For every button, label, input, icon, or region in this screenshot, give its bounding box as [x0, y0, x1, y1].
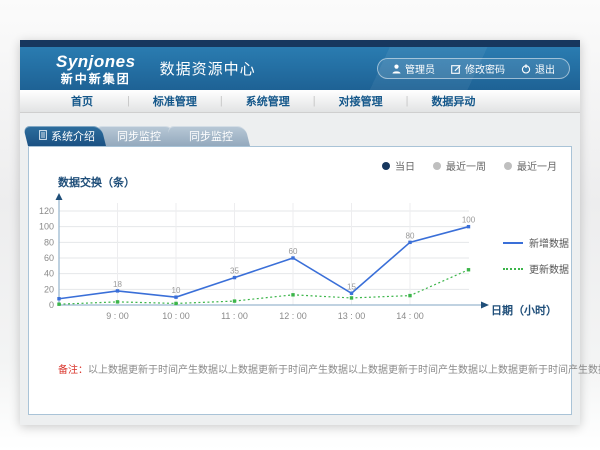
- footnote: 备注：以上数据更新于时间产生数据以上数据更新于时间产生数据以上数据更新于时间产生…: [58, 361, 600, 376]
- legend-label: 更新数据: [529, 261, 569, 276]
- svg-text:80: 80: [406, 231, 415, 240]
- nav-item-standards[interactable]: 标准管理: [143, 93, 207, 109]
- footnote-prefix: 备注：: [58, 365, 88, 376]
- radio-today[interactable]: 当日: [382, 158, 415, 173]
- svg-text:0: 0: [49, 300, 54, 310]
- content-area: 系统介绍 同步监控 同步监控 当日 最近一周: [20, 113, 580, 425]
- logout-label: 退出: [535, 61, 555, 76]
- logo-company-name: 新中新集团: [56, 73, 136, 85]
- svg-text:100: 100: [462, 216, 476, 225]
- svg-text:12 : 00: 12 : 00: [279, 311, 307, 321]
- svg-text:35: 35: [230, 267, 239, 276]
- svg-text:40: 40: [44, 269, 54, 279]
- svg-text:60: 60: [289, 247, 298, 256]
- edit-icon: [451, 64, 461, 74]
- radio-dot-1[interactable]: [433, 162, 441, 170]
- svg-text:120: 120: [39, 206, 54, 216]
- svg-text:80: 80: [44, 237, 54, 247]
- svg-text:20: 20: [44, 284, 54, 294]
- nav-item-home[interactable]: 首页: [50, 93, 114, 109]
- nav-separator: |: [220, 95, 223, 107]
- document-icon: [39, 130, 47, 143]
- chart-legend: 新增数据 更新数据: [503, 235, 569, 276]
- radio-label: 当日: [395, 158, 415, 173]
- tab-label: 同步监控: [189, 128, 233, 144]
- change-password-label: 修改密码: [465, 61, 505, 76]
- app-header: Synjones 新中新集团 数据资源中心 管理员 修改密码 退出: [20, 47, 580, 90]
- current-user[interactable]: 管理员: [392, 61, 435, 76]
- nav-separator: |: [406, 95, 409, 107]
- tab-label: 同步监控: [117, 128, 161, 144]
- top-accent-strip: [20, 40, 580, 47]
- svg-text:11 : 00: 11 : 00: [221, 311, 248, 321]
- svg-text:13 : 00: 13 : 00: [338, 311, 366, 321]
- legend-label: 新增数据: [529, 235, 569, 250]
- radio-last-week[interactable]: 最近一周: [433, 158, 486, 173]
- change-password-button[interactable]: 修改密码: [451, 61, 505, 76]
- time-range-filter: 当日 最近一周 最近一月: [382, 158, 557, 173]
- solid-line-swatch: [503, 242, 523, 244]
- company-logo: Synjones 新中新集团: [56, 53, 136, 85]
- power-icon: [521, 64, 531, 74]
- tab-0[interactable]: 系统介绍: [28, 126, 106, 146]
- svg-text:9 : 00: 9 : 00: [106, 311, 129, 321]
- page-title: 数据资源中心: [160, 58, 256, 79]
- tab-2[interactable]: 同步监控: [172, 126, 250, 146]
- nav-separator: |: [127, 95, 130, 107]
- tab-1[interactable]: 同步监控: [100, 126, 178, 146]
- y-axis-title: 数据交换（条）: [58, 174, 135, 190]
- svg-text:60: 60: [44, 253, 54, 263]
- x-axis-title: 日期（小时）: [491, 302, 557, 318]
- line-chart: 0 20 40 60 80 100 120 9 : 00 10 : 00 11 : 00 12 : …: [29, 193, 509, 325]
- dotted-line-swatch: [503, 268, 523, 270]
- logout-button[interactable]: 退出: [521, 61, 555, 76]
- radio-dot-0[interactable]: [382, 162, 390, 170]
- radio-last-month[interactable]: 最近一月: [504, 158, 557, 173]
- svg-text:10: 10: [172, 286, 181, 295]
- nav-item-data-changes[interactable]: 数据异动: [421, 93, 485, 109]
- svg-text:18: 18: [113, 280, 122, 289]
- nav-separator: |: [313, 95, 316, 107]
- radio-dot-2[interactable]: [504, 162, 512, 170]
- app-window: Synjones 新中新集团 数据资源中心 管理员 修改密码 退出 首页 | 标…: [20, 40, 580, 425]
- tab-bar: 系统介绍 同步监控 同步监控: [28, 126, 244, 146]
- main-nav: 首页 | 标准管理 | 系统管理 | 对接管理 | 数据异动: [20, 90, 580, 113]
- user-name-label: 管理员: [405, 61, 435, 76]
- svg-text:14 : 00: 14 : 00: [396, 311, 424, 321]
- radio-label: 最近一月: [517, 158, 557, 173]
- footnote-text: 以上数据更新于时间产生数据以上数据更新于时间产生数据以上数据更新于时间产生数据以…: [88, 365, 600, 376]
- nav-item-interface[interactable]: 对接管理: [329, 93, 393, 109]
- legend-item-new-data: 新增数据: [503, 235, 569, 250]
- user-icon: [392, 64, 401, 74]
- user-toolbar: 管理员 修改密码 退出: [377, 58, 570, 79]
- svg-text:100: 100: [39, 222, 54, 232]
- tab-label: 系统介绍: [51, 128, 95, 144]
- nav-item-system[interactable]: 系统管理: [236, 93, 300, 109]
- svg-text:10 : 00: 10 : 00: [162, 311, 190, 321]
- legend-item-updated-data: 更新数据: [503, 261, 569, 276]
- logo-brand-text: Synjones: [56, 53, 136, 70]
- svg-text:15: 15: [347, 282, 356, 291]
- chart-panel: 当日 最近一周 最近一月 数据交换（条） 0 20 40 60 80 100 120 9 : …: [28, 146, 572, 415]
- radio-label: 最近一周: [446, 158, 486, 173]
